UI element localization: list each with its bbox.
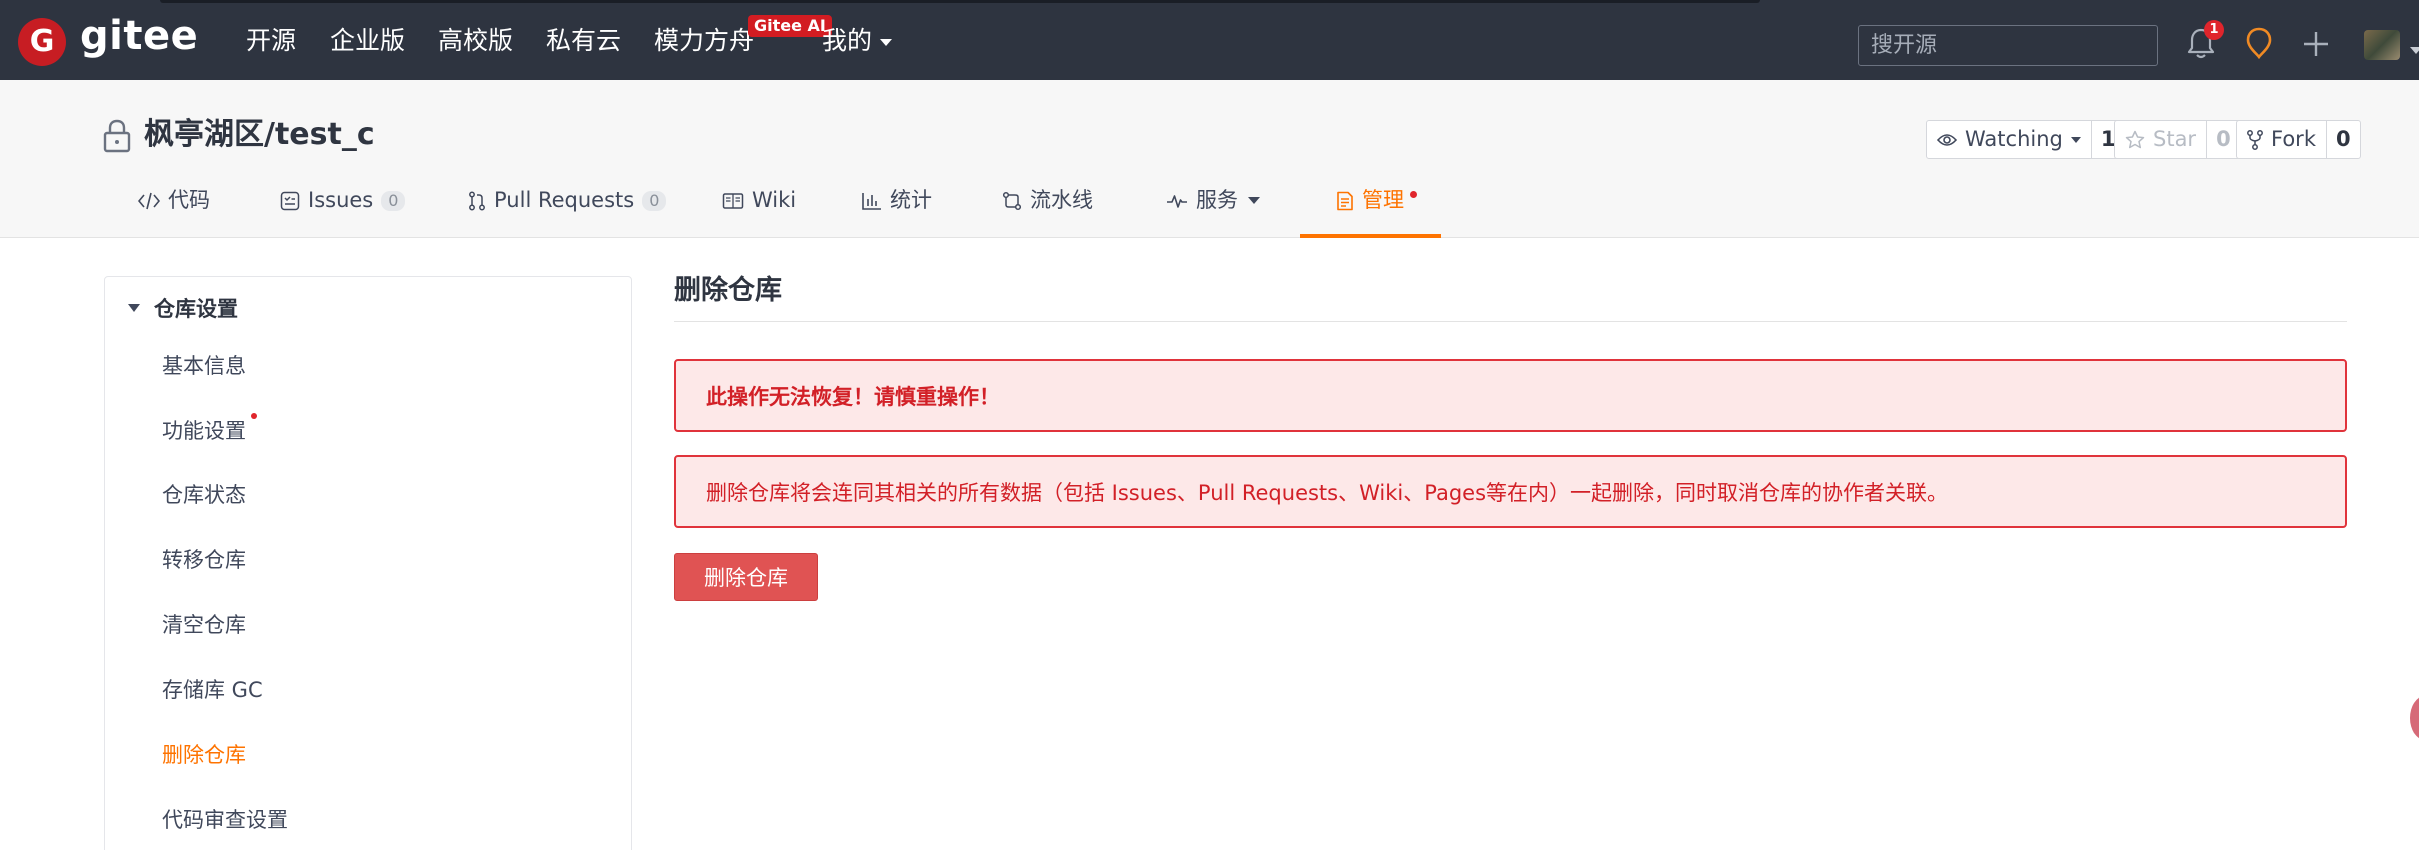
location-pin-icon[interactable] <box>2244 26 2274 60</box>
chevron-down-icon <box>880 38 893 46</box>
pull-requests-count-badge: 0 <box>642 190 667 211</box>
tab-wiki[interactable]: Wiki <box>722 190 796 211</box>
star-label: Star <box>2153 127 2197 151</box>
browser-edge-strip <box>160 0 1760 3</box>
caret-down-icon <box>128 304 140 312</box>
star-icon <box>2125 130 2145 148</box>
tab-code[interactable]: 代码 <box>138 190 210 211</box>
tab-pipeline-label: 流水线 <box>1030 188 1093 212</box>
tab-pull-requests[interactable]: Pull Requests 0 <box>468 188 667 212</box>
document-icon <box>1337 191 1353 210</box>
pipeline-icon <box>1002 191 1022 210</box>
repo-header <box>0 80 2419 238</box>
sidebar-item-clear-repo[interactable]: 清空仓库 <box>162 615 246 636</box>
book-icon <box>722 192 744 209</box>
tab-pull-requests-label: Pull Requests <box>494 188 635 212</box>
star-button-group: Star 0 <box>2114 120 2241 159</box>
fork-icon <box>2247 129 2263 150</box>
repo-title[interactable]: 枫亭湖区/test_c <box>144 118 375 151</box>
sidebar-item-delete-repo[interactable]: 删除仓库 <box>162 745 246 766</box>
sidebar-item-basic-info[interactable]: 基本信息 <box>162 356 246 377</box>
star-count[interactable]: 0 <box>2207 121 2240 158</box>
star-button[interactable]: Star <box>2115 121 2208 158</box>
tab-stats-label: 统计 <box>890 188 932 212</box>
irreversible-warning-alert: 此操作无法恢复！请慎重操作！ <box>674 359 2347 432</box>
nav-enterprise[interactable]: 企业版 <box>330 28 405 53</box>
active-tab-underline <box>1300 234 1441 238</box>
sidebar-item-storage-gc[interactable]: 存储库 GC <box>162 680 263 701</box>
chevron-down-icon <box>1248 197 1260 204</box>
floating-assistant-button[interactable] <box>2410 696 2419 740</box>
tab-pipeline[interactable]: 流水线 <box>1002 190 1093 211</box>
logo-letter: G <box>29 24 55 59</box>
lock-icon <box>103 119 131 153</box>
search-input[interactable] <box>1858 25 2158 66</box>
sidebar-section-repo-settings[interactable]: 仓库设置 <box>128 293 238 323</box>
watch-label: Watching <box>1965 127 2063 151</box>
plus-icon[interactable] <box>2302 30 2330 58</box>
user-avatar[interactable] <box>2364 30 2400 60</box>
eye-icon <box>1937 133 1957 146</box>
tab-services-label: 服务 <box>1196 188 1238 212</box>
description-text: 删除仓库将会连同其相关的所有数据（包括 Issues、Pull Requests… <box>706 480 1949 505</box>
sidebar-section-label: 仓库设置 <box>154 297 238 321</box>
gitee-wordmark[interactable]: gitee <box>80 14 198 58</box>
gitee-ai-badge[interactable]: Gitee AI <box>748 15 832 37</box>
feature-settings-notification-dot <box>251 413 257 419</box>
fork-label: Fork <box>2271 127 2316 151</box>
sidebar-item-transfer-repo[interactable]: 转移仓库 <box>162 550 246 571</box>
gitee-logo[interactable]: G <box>18 18 66 66</box>
fork-count[interactable]: 0 <box>2327 121 2360 158</box>
sidebar-item-code-review-settings[interactable]: 代码审查设置 <box>162 810 288 831</box>
watch-button[interactable]: Watching <box>1927 121 2092 158</box>
fork-button-group: Fork 0 <box>2236 120 2361 159</box>
nav-mine-dropdown[interactable]: 我的 <box>822 26 893 55</box>
bar-chart-icon <box>862 192 881 210</box>
sidebar-item-repo-status[interactable]: 仓库状态 <box>162 485 246 506</box>
issues-count-badge: 0 <box>381 190 406 211</box>
nav-open-source[interactable]: 开源 <box>246 28 296 53</box>
manage-notification-dot <box>1410 191 1417 198</box>
tab-issues[interactable]: Issues 0 <box>280 188 406 212</box>
nav-moli-fangzhou[interactable]: 模力方舟 <box>654 28 754 53</box>
fork-button[interactable]: Fork <box>2237 121 2327 158</box>
tab-wiki-label: Wiki <box>752 188 797 212</box>
pull-request-icon <box>469 191 485 210</box>
code-icon <box>138 192 160 209</box>
chevron-down-icon <box>2070 136 2081 143</box>
pulse-icon <box>1167 194 1187 208</box>
issues-icon <box>280 191 300 210</box>
tab-manage-label: 管理 <box>1362 188 1404 212</box>
delete-repo-button[interactable]: 删除仓库 <box>674 553 818 601</box>
watch-button-group: Watching 1 <box>1926 120 2126 159</box>
tab-stats[interactable]: 统计 <box>862 190 932 211</box>
tab-issues-label: Issues <box>308 188 374 212</box>
title-divider <box>674 321 2347 322</box>
tab-manage[interactable]: 管理 <box>1336 190 1404 211</box>
avatar-chevron-down-icon[interactable] <box>2402 40 2419 59</box>
warning-text: 此操作无法恢复！请慎重操作！ <box>706 384 1000 409</box>
nav-university[interactable]: 高校版 <box>438 28 513 53</box>
sidebar-item-feature-settings[interactable]: 功能设置 <box>162 421 246 442</box>
tab-services[interactable]: 服务 <box>1166 190 1260 211</box>
notification-count-badge: 1 <box>2204 20 2224 40</box>
tab-code-label: 代码 <box>168 188 210 212</box>
nav-mine-label: 我的 <box>822 26 873 55</box>
nav-private-cloud[interactable]: 私有云 <box>546 28 621 53</box>
page-title: 删除仓库 <box>674 275 782 306</box>
delete-description-alert: 删除仓库将会连同其相关的所有数据（包括 Issues、Pull Requests… <box>674 455 2347 528</box>
